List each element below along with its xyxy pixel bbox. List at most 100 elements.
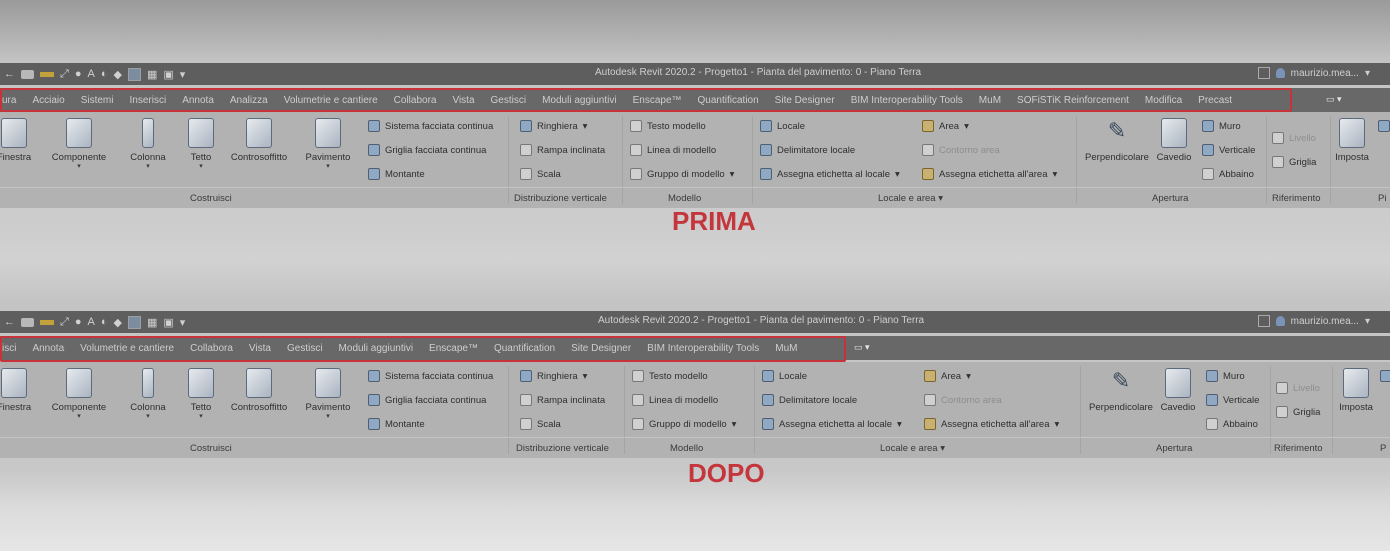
customize-qat-icon[interactable]: ▾ (180, 68, 186, 81)
gruppo-modello-button[interactable]: Gruppo di modello ▾ (630, 168, 734, 180)
perpendicolare-button[interactable]: ✎ Perpendicolare (1080, 118, 1154, 163)
workplane-tool-button[interactable] (1380, 370, 1390, 382)
chevron-down-icon[interactable]: ▾ (966, 371, 971, 382)
rampa-button[interactable]: Rampa inclinata (520, 394, 605, 406)
assegna-area-button[interactable]: Assegna etichetta all'area ▾ (924, 418, 1059, 430)
assegna-area-button[interactable]: Assegna etichetta all'area ▾ (922, 168, 1057, 180)
montante-button[interactable]: Montante (368, 418, 425, 430)
colonna-button[interactable]: Colonna ▾ (126, 118, 170, 171)
chevron-down-icon[interactable]: ▾ (1055, 419, 1060, 430)
area-button[interactable]: Area ▾ (924, 370, 971, 382)
assegna-locale-button[interactable]: Assegna etichetta al locale ▾ (760, 168, 900, 180)
scala-button[interactable]: Scala (520, 168, 561, 180)
linea-modello-button[interactable]: Linea di modello (632, 394, 718, 406)
sistema-facciata-button[interactable]: Sistema facciata continua (368, 120, 493, 132)
componente-button[interactable]: Componente ▾ (46, 368, 112, 421)
chevron-down-icon[interactable]: ▾ (583, 121, 588, 132)
dimension-icon[interactable]: ⤢ (60, 68, 69, 81)
imposta-button[interactable]: Imposta (1336, 368, 1376, 413)
abbaino-button[interactable]: Abbaino (1202, 168, 1254, 180)
tab-overflow-control[interactable]: ▭ ▾ (846, 342, 870, 353)
tab-overflow-control[interactable]: ▭ ▾ (1318, 94, 1342, 105)
chevron-down-icon[interactable]: ▾ (184, 163, 218, 171)
area-button[interactable]: Area ▾ (922, 120, 969, 132)
gruppo-modello-button[interactable]: Gruppo di modello ▾ (632, 418, 736, 430)
verticale-button[interactable]: Verticale (1202, 144, 1255, 156)
locale-button[interactable]: Locale (760, 120, 805, 132)
tetto-button[interactable]: Tetto ▾ (184, 368, 218, 421)
delimitatore-button[interactable]: Delimitatore locale (762, 394, 857, 406)
help-icon[interactable]: ▾ (1365, 68, 1370, 79)
chevron-down-icon[interactable]: ▾ (964, 121, 969, 132)
muro-opening-button[interactable]: Muro (1202, 120, 1241, 132)
binoculars-icon[interactable] (1257, 67, 1270, 79)
user-name[interactable]: maurizio.mea... (1291, 68, 1359, 79)
griglia-facciata-button[interactable]: Griglia facciata continua (368, 394, 486, 406)
colonna-button[interactable]: Colonna ▾ (126, 368, 170, 421)
abbaino-button[interactable]: Abbaino (1206, 418, 1258, 430)
rampa-button[interactable]: Rampa inclinata (520, 144, 605, 156)
chevron-down-icon[interactable]: ▾ (46, 413, 112, 421)
controsoffitto-button[interactable]: Controsoffitto (222, 118, 296, 163)
montante-button[interactable]: Montante (368, 168, 425, 180)
chevron-down-icon[interactable]: ▾ (46, 163, 112, 171)
chevron-down-icon[interactable]: ▾ (732, 419, 737, 430)
dimension-icon[interactable]: ⤢ (60, 316, 69, 329)
locale-button[interactable]: Locale (762, 370, 807, 382)
chevron-down-icon[interactable]: ▾ (126, 413, 170, 421)
close-hidden-icon[interactable]: ▦ (147, 68, 157, 81)
print-icon[interactable] (21, 317, 34, 327)
help-icon[interactable]: ▾ (1365, 316, 1370, 327)
testo-modello-button[interactable]: Testo modello (630, 120, 706, 132)
measure-icon[interactable] (40, 319, 54, 325)
perpendicolare-button[interactable]: ✎ Perpendicolare (1084, 368, 1158, 413)
muro-opening-button[interactable]: Muro (1206, 370, 1245, 382)
measure-icon[interactable] (40, 71, 54, 77)
chevron-down-icon[interactable]: ▾ (897, 419, 902, 430)
chevron-down-icon[interactable]: ▾ (730, 169, 735, 180)
delimitatore-button[interactable]: Delimitatore locale (760, 144, 855, 156)
chevron-down-icon[interactable]: ▾ (583, 371, 588, 382)
chevron-down-icon[interactable]: ▾ (126, 163, 170, 171)
cavedio-button[interactable]: Cavedio (1154, 118, 1194, 163)
ringhiera-button[interactable]: Ringhiera ▾ (520, 370, 587, 382)
text-icon[interactable]: A (87, 68, 94, 80)
chevron-down-icon[interactable]: ▾ (895, 169, 900, 180)
tetto-button[interactable]: Tetto ▾ (184, 118, 218, 171)
verticale-button[interactable]: Verticale (1206, 394, 1259, 406)
chevron-down-icon[interactable]: ▾ (300, 413, 356, 421)
switch-windows-icon[interactable]: ▣ (163, 68, 173, 81)
tag-icon[interactable]: ● (75, 68, 82, 80)
controsoffitto-button[interactable]: Controsoffitto (222, 368, 296, 413)
print-icon[interactable] (21, 69, 34, 79)
scala-button[interactable]: Scala (520, 418, 561, 430)
thin-lines-icon[interactable] (127, 315, 141, 329)
ringhiera-button[interactable]: Ringhiera ▾ (520, 120, 587, 132)
chevron-down-icon[interactable]: ▾ (300, 163, 356, 171)
assegna-locale-button[interactable]: Assegna etichetta al locale ▾ (762, 418, 902, 430)
view-3d-icon[interactable]: ◐ (101, 316, 108, 328)
chevron-down-icon[interactable]: ▾ (184, 413, 218, 421)
back-icon[interactable]: ← (4, 68, 15, 80)
switch-windows-icon[interactable]: ▣ (163, 316, 173, 329)
user-name[interactable]: maurizio.mea... (1291, 316, 1359, 327)
view-3d-icon[interactable]: ◐ (101, 68, 108, 80)
pavimento-button[interactable]: Pavimento ▾ (300, 118, 356, 171)
testo-modello-button[interactable]: Testo modello (632, 370, 708, 382)
customize-qat-icon[interactable]: ▾ (180, 316, 186, 329)
thin-lines-icon[interactable] (127, 67, 141, 81)
binoculars-icon[interactable] (1257, 315, 1270, 327)
componente-button[interactable]: Componente ▾ (46, 118, 112, 171)
back-icon[interactable]: ← (4, 316, 15, 328)
imposta-button[interactable]: Imposta (1332, 118, 1372, 163)
tag-icon[interactable]: ● (75, 316, 82, 328)
finestra-button[interactable]: Finestra (0, 368, 34, 413)
close-hidden-icon[interactable]: ▦ (147, 316, 157, 329)
text-icon[interactable]: A (87, 316, 94, 328)
workplane-tool-button[interactable] (1378, 120, 1390, 132)
cavedio-button[interactable]: Cavedio (1158, 368, 1198, 413)
section-icon[interactable]: ◆ (113, 68, 121, 81)
chevron-down-icon[interactable]: ▾ (1053, 169, 1058, 180)
griglia-facciata-button[interactable]: Griglia facciata continua (368, 144, 486, 156)
sistema-facciata-button[interactable]: Sistema facciata continua (368, 370, 493, 382)
